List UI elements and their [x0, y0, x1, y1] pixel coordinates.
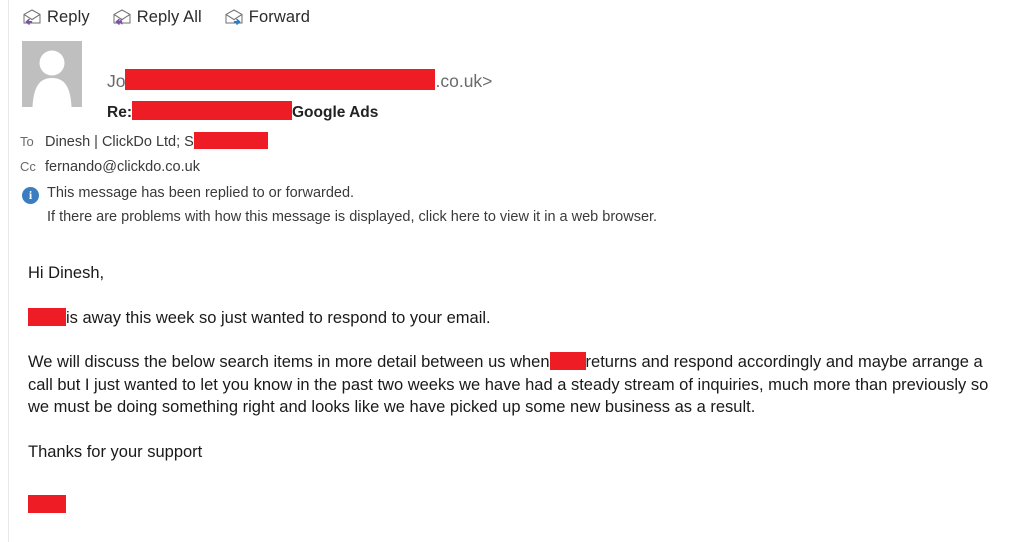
view-in-browser-text[interactable]: If there are problems with how this mess… — [47, 210, 657, 225]
person-placeholder-icon — [32, 50, 72, 107]
reply-all-button[interactable]: Reply All — [112, 9, 202, 26]
name-redaction-bar-1 — [28, 307, 66, 326]
reply-button[interactable]: Reply — [22, 9, 90, 26]
to-redaction-bar — [193, 132, 268, 149]
to-recipients-text: Dinesh | ClickDo Ltd; S — [45, 134, 194, 150]
reading-pane-left-edge — [8, 0, 9, 542]
subject-suffix: Google Ads — [291, 104, 379, 121]
message-body: Hi Dinesh, is away this week so just wan… — [28, 262, 990, 485]
sender-suffix: .co.uk> — [435, 71, 493, 91]
forward-button-label: Forward — [248, 7, 311, 26]
body-paragraph-1: is away this week so just wanted to resp… — [28, 307, 990, 330]
message-status-text: This message has been replied to or forw… — [47, 185, 355, 201]
message-status-notice: i This message has been replied to or fo… — [22, 186, 354, 204]
reply-all-button-label: Reply All — [136, 7, 202, 26]
reply-all-envelope-icon — [112, 9, 132, 25]
avatar — [22, 41, 82, 107]
body-paragraph-1-text: is away this week so just wanted to resp… — [66, 308, 491, 327]
info-icon: i — [22, 187, 39, 204]
message-actions-toolbar: Reply Reply All Forward — [22, 5, 310, 29]
sender-prefix: Jo — [107, 71, 126, 91]
to-field-label: To — [20, 134, 34, 149]
sender-address: Jo .co.uk> — [107, 69, 492, 91]
reply-button-label: Reply — [47, 7, 90, 26]
forward-envelope-icon — [224, 9, 244, 25]
body-paragraph-2-lead: We will discuss the below search items i… — [28, 353, 550, 371]
cc-field-label: Cc — [20, 159, 36, 174]
subject-prefix: Re: — [107, 104, 132, 121]
to-field-value[interactable]: Dinesh | ClickDo Ltd; S — [45, 132, 268, 150]
body-closing: Thanks for your support — [28, 442, 203, 461]
recipients-cc-row: Cc fernando@clickdo.co.uk — [20, 160, 200, 175]
page-title: Re: Google Ads — [107, 101, 378, 121]
name-redaction-bar-2 — [549, 352, 586, 370]
forward-button[interactable]: Forward — [224, 9, 310, 26]
body-greeting: Hi Dinesh, — [28, 264, 105, 282]
recipients-to-row: To Dinesh | ClickDo Ltd; S — [20, 132, 268, 150]
signature-redaction-bar — [28, 495, 66, 513]
reply-envelope-icon — [22, 9, 42, 25]
signature-block — [28, 495, 66, 513]
cc-field-value[interactable]: fernando@clickdo.co.uk — [45, 160, 200, 175]
sender-redaction-bar — [125, 69, 436, 90]
body-paragraph-2: We will discuss the below search items i… — [28, 351, 990, 419]
subject-redaction-bar — [131, 101, 292, 120]
